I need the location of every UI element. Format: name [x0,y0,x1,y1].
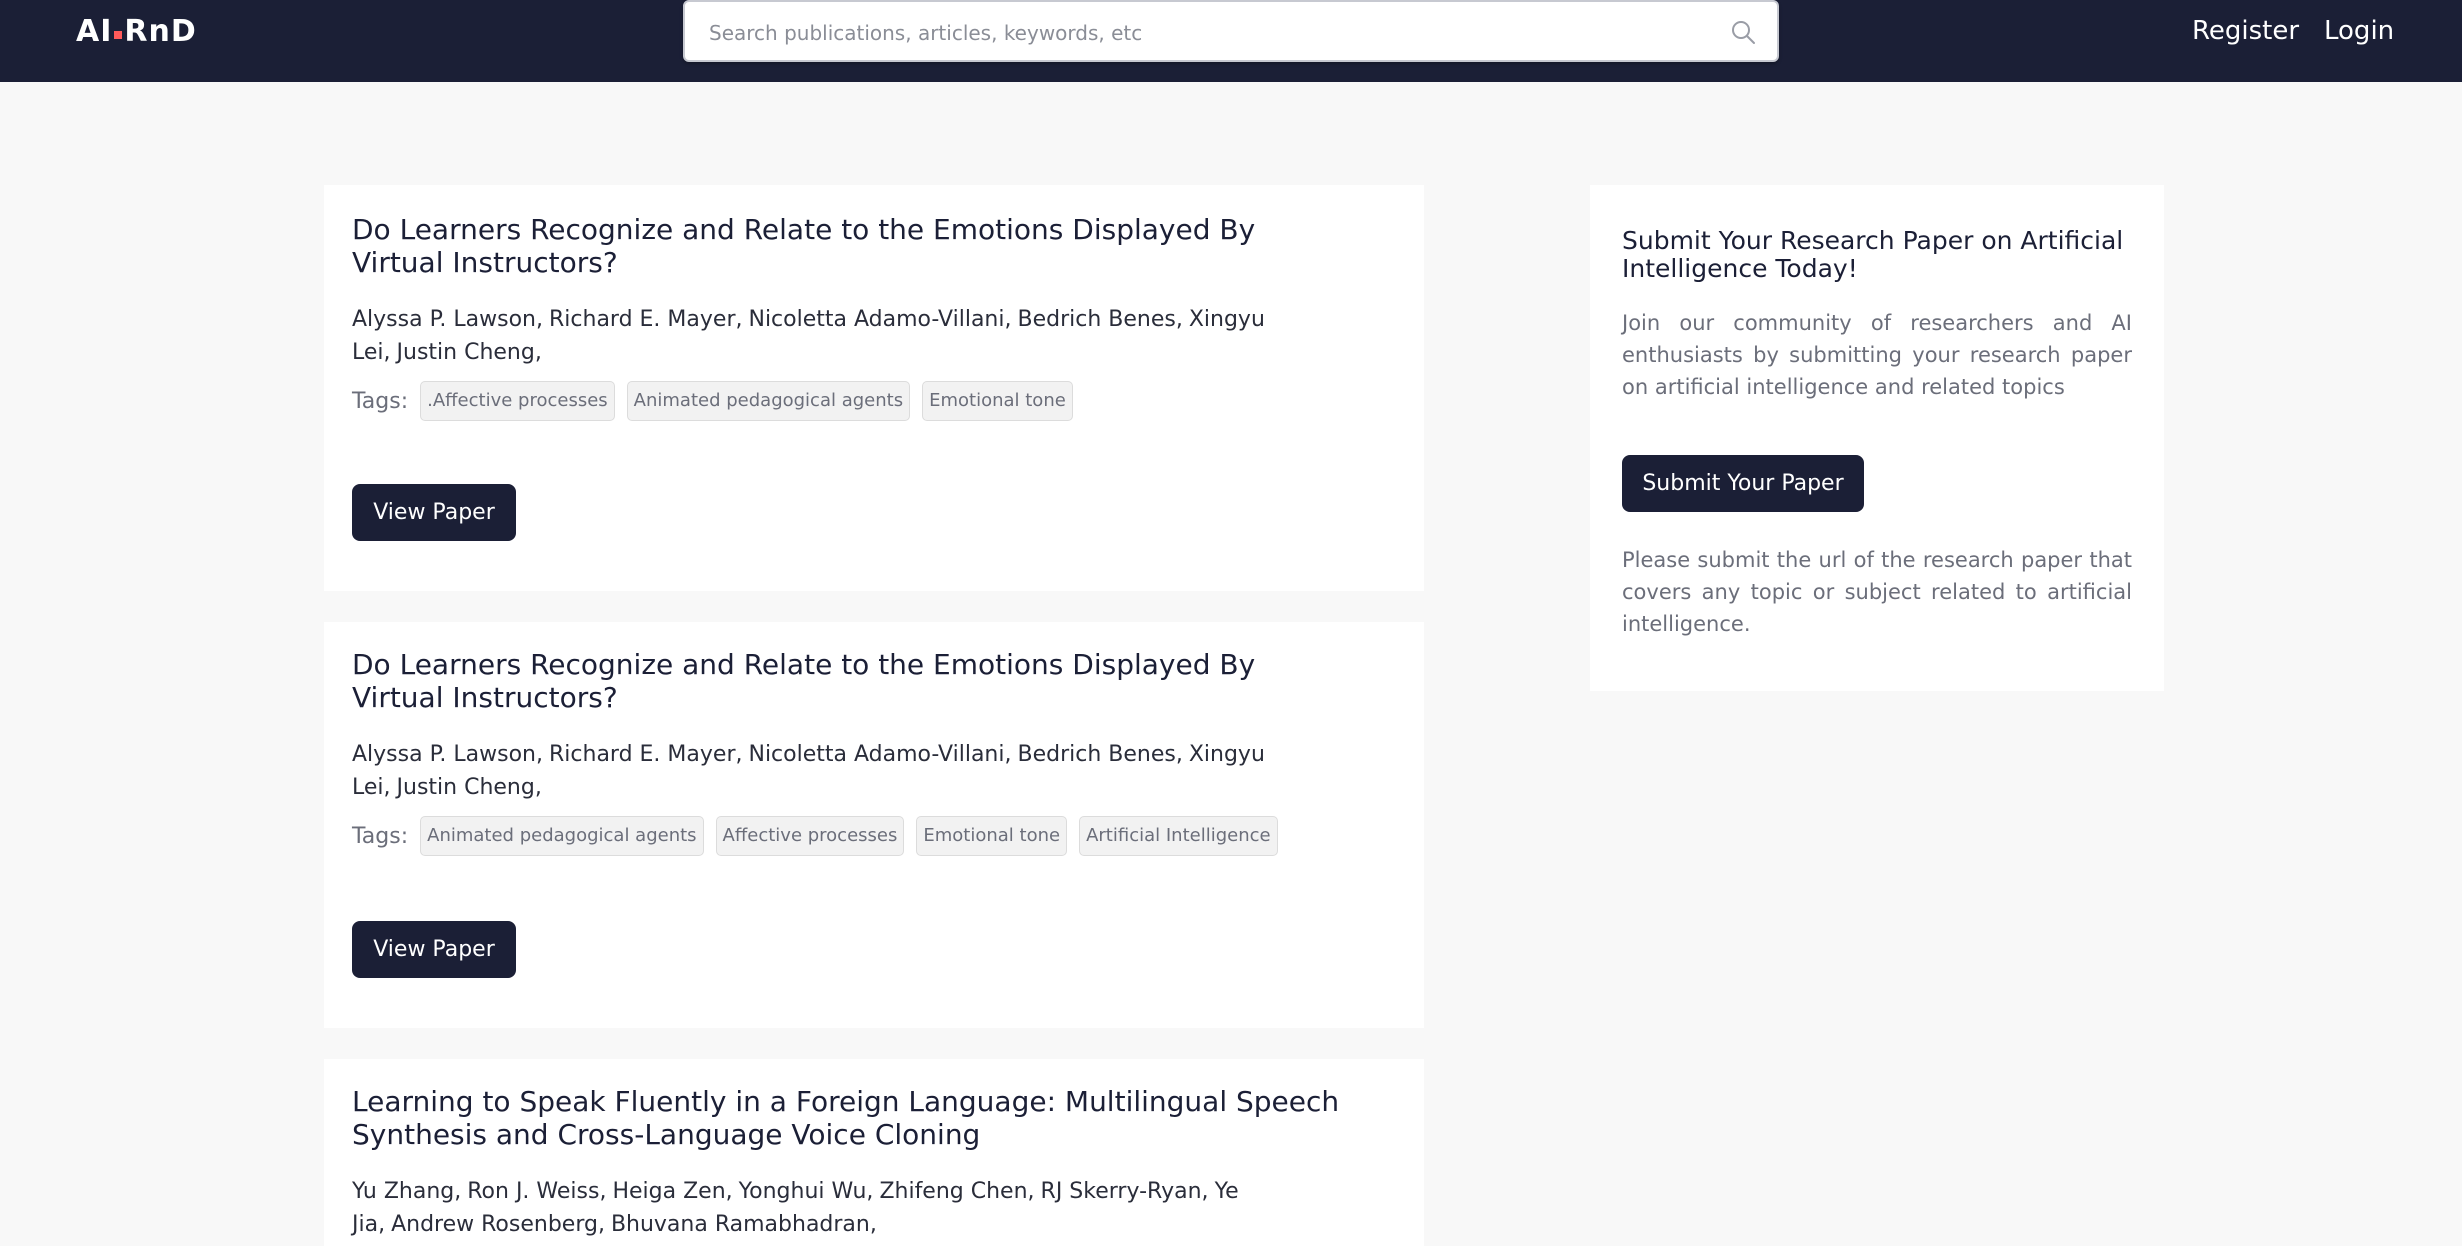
tag-chip[interactable]: Affective processes [715,816,905,856]
paper-authors: Alyssa P. Lawson, Richard E. Mayer, Nicole… [352,738,1302,804]
paper-authors: Yu Zhang, Ron J. Weiss, Heiga Zen, Yonghui … [352,1175,1302,1241]
tags-label: Tags: [352,823,409,849]
author-name: Justin Cheng, [396,340,542,365]
author-name: Yonghui Wu, [738,1179,874,1204]
tags-row: Tags: Animated pedagogical agents Affect… [352,816,1396,856]
author-name: Richard E. Mayer, [549,742,743,767]
author-name: Justin Cheng, [396,775,542,800]
author-name: Zhifeng Chen, [879,1179,1035,1204]
author-name: Richard E. Mayer, [549,307,743,332]
submit-panel-note: Please submit the url of the research pa… [1622,548,2132,636]
paper-title[interactable]: Learning to Speak Fluently in a Foreign … [352,1085,1352,1151]
tag-chip[interactable]: Artificial Intelligence [1079,816,1278,856]
author-name: Nicoletta Adamo-Villani, [748,742,1012,767]
top-navbar: AI RnD Register Login [0,0,2462,82]
site-logo[interactable]: AI RnD [76,12,197,52]
submit-paper-panel: Submit Your Research Paper on Artificial… [1590,185,2164,691]
search-bar [683,0,1779,62]
logo-dot [114,31,123,39]
tags-label: Tags: [352,388,409,414]
logo-text-right: RnD [124,14,197,49]
login-link[interactable]: Login [2324,14,2394,48]
paper-card: Learning to Speak Fluently in a Foreign … [324,1059,1424,1246]
submit-panel-title: Submit Your Research Paper on Artificial… [1622,226,2124,283]
author-name: Andrew Rosenberg, [391,1212,605,1237]
submit-panel-description: Join our community of researchers and AI… [1622,311,2132,399]
author-name: Yu Zhang, [352,1179,462,1204]
paper-card: Do Learners Recognize and Relate to the … [324,185,1424,591]
search-icon[interactable] [1729,18,1757,46]
tag-chip[interactable]: Animated pedagogical agents [420,816,704,856]
tag-chip[interactable]: Animated pedagogical agents [626,381,911,421]
author-name: Ron J. Weiss, [467,1179,607,1204]
author-name: Heiga Zen, [612,1179,733,1204]
tags-row: Tags: .Affective processes Animated peda… [352,381,1396,421]
submit-paper-button[interactable]: Submit Your Paper [1622,455,1864,512]
author-name: RJ Skerry-Ryan, [1040,1179,1209,1204]
paper-title[interactable]: Do Learners Recognize and Relate to the … [352,213,1352,279]
search-input[interactable] [707,12,1691,54]
paper-card: Do Learners Recognize and Relate to the … [324,622,1424,1028]
tag-chip[interactable]: Emotional tone [916,816,1068,856]
author-name: Nicoletta Adamo-Villani, [748,307,1012,332]
author-name: Bedrich Benes, [1017,307,1183,332]
tag-chip[interactable]: Emotional tone [922,381,1073,421]
view-paper-button[interactable]: View Paper [352,484,516,541]
tag-chip[interactable]: .Affective processes [420,381,615,421]
paper-authors: Alyssa P. Lawson, Richard E. Mayer, Nicole… [352,303,1302,369]
author-name: Alyssa P. Lawson, [352,742,543,767]
paper-title[interactable]: Do Learners Recognize and Relate to the … [352,648,1352,714]
view-paper-button[interactable]: View Paper [352,921,516,978]
register-link[interactable]: Register [2192,14,2299,48]
author-name: Bhuvana Ramabhadran, [610,1212,877,1237]
author-name: Bedrich Benes, [1017,742,1183,767]
logo-text-left: AI [76,14,113,49]
author-name: Alyssa P. Lawson, [352,307,543,332]
